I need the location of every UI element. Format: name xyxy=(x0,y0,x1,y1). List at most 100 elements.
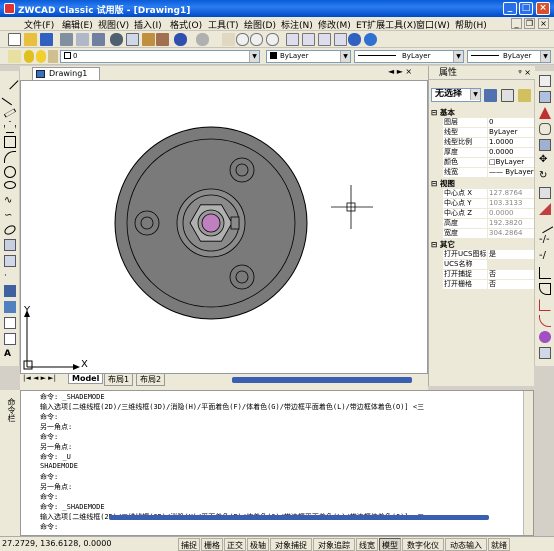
fillet-icon[interactable] xyxy=(539,315,551,327)
maximize-button[interactable]: □ xyxy=(519,2,533,15)
copy-object-icon[interactable] xyxy=(539,91,551,103)
menu-help[interactable]: 帮助(H) xyxy=(455,18,487,31)
prop-row[interactable]: 线型 ByLayer xyxy=(431,128,534,137)
osnap-toggle[interactable]: 对象捕捉 xyxy=(270,538,312,551)
tool-palette-icon[interactable] xyxy=(318,33,331,46)
drawing-canvas[interactable]: Y X xyxy=(20,80,428,374)
prop-row[interactable]: 打开栅格否 xyxy=(431,280,534,289)
menu-tools[interactable]: 工具(T) xyxy=(208,18,239,31)
new-file-icon[interactable] xyxy=(8,33,21,46)
print-preview-icon[interactable] xyxy=(76,33,89,46)
find-icon[interactable] xyxy=(348,33,361,46)
zoom-window-icon[interactable] xyxy=(250,33,263,46)
layer-select[interactable]: 0 ▼ xyxy=(60,50,260,63)
help-icon[interactable] xyxy=(364,33,377,46)
prop-row[interactable]: UCS名称 xyxy=(431,260,534,269)
array-icon[interactable] xyxy=(539,139,551,151)
plot-icon[interactable] xyxy=(92,33,105,46)
prop-row[interactable]: 颜色 □ByLayer xyxy=(431,158,534,167)
tablet-toggle[interactable]: 数字化仪 xyxy=(402,538,444,551)
join-icon[interactable] xyxy=(539,283,551,295)
ellipse-arc-icon[interactable] xyxy=(2,223,18,237)
menu-dimension[interactable]: 标注(N) xyxy=(281,18,313,31)
mirror-icon[interactable] xyxy=(539,107,551,119)
command-vertical-scrollbar[interactable] xyxy=(523,391,533,535)
menu-et-tools[interactable]: ET扩展工具(X) xyxy=(356,18,416,31)
stretch-icon[interactable] xyxy=(539,203,551,215)
chamfer-icon[interactable] xyxy=(539,299,551,311)
bolt-hole-top-inner[interactable] xyxy=(235,163,249,177)
copy-icon[interactable] xyxy=(126,33,139,46)
region-icon[interactable] xyxy=(4,301,16,313)
mdi-minimize-button[interactable]: _ xyxy=(511,18,522,29)
selection-select[interactable]: 无选择 ▼ xyxy=(431,88,481,102)
offset-icon[interactable] xyxy=(539,123,551,135)
point-icon[interactable]: · xyxy=(4,271,16,283)
prop-row[interactable]: 线型比例 1.0000 xyxy=(431,138,534,147)
menu-insert[interactable]: 插入(I) xyxy=(134,18,162,31)
layer-lock-icon[interactable] xyxy=(48,50,58,63)
ortho-toggle[interactable]: 正交 xyxy=(224,538,246,551)
menu-file[interactable]: 文件(F) xyxy=(24,18,54,31)
cut-icon[interactable] xyxy=(110,33,123,46)
menu-view[interactable]: 视图(V) xyxy=(98,18,129,31)
zoom-realtime-icon[interactable] xyxy=(236,33,249,46)
otrack-toggle[interactable]: 对象追踪 xyxy=(313,538,355,551)
keyway-notch[interactable] xyxy=(230,216,240,230)
ellipse-icon[interactable] xyxy=(4,181,16,189)
prop-row[interactable]: 厚度 0.0000 xyxy=(431,148,534,157)
prop-row[interactable]: 图层 0 xyxy=(431,118,534,127)
drawing-nav-arrows[interactable]: ◄ ► × xyxy=(388,67,412,76)
command-scrollbar-thumb[interactable] xyxy=(109,515,489,520)
scale-icon[interactable] xyxy=(539,187,551,199)
bore-circle[interactable] xyxy=(201,213,221,233)
properties-header-controls[interactable]: ᵠ × xyxy=(518,66,531,80)
tab-layout2[interactable]: 布局2 xyxy=(136,374,166,386)
extend-icon[interactable]: -/ xyxy=(539,251,551,263)
line-icon[interactable] xyxy=(1,72,19,90)
open-file-icon[interactable] xyxy=(24,33,37,46)
revision-cloud-icon[interactable]: ∿ xyxy=(4,196,16,208)
undo-icon[interactable] xyxy=(174,33,187,46)
snap-toggle[interactable]: 捕捉 xyxy=(178,538,200,551)
prop-row[interactable]: 打开捕捉否 xyxy=(431,270,534,279)
horizontal-scrollbar-thumb[interactable] xyxy=(232,377,412,383)
command-prompt[interactable]: 命令: xyxy=(40,522,58,532)
ray-icon[interactable] xyxy=(1,88,19,106)
prop-row[interactable]: 打开UCS图标是 xyxy=(431,250,534,259)
section-other[interactable]: ⊟ 其它 xyxy=(431,240,534,249)
pan-hand-icon[interactable] xyxy=(222,33,235,46)
circle-icon[interactable] xyxy=(4,166,16,178)
layout-nav-arrows[interactable]: |◄ ◄ ► ►| xyxy=(23,374,56,382)
prop-row[interactable]: 中心点 X 127.8764 xyxy=(431,189,534,198)
multiline-text-icon[interactable]: A xyxy=(4,349,16,361)
tab-layout1[interactable]: 布局1 xyxy=(104,374,134,386)
layer-freeze-icon[interactable] xyxy=(36,50,46,63)
prop-row[interactable]: 高度 192.3820 xyxy=(431,219,534,228)
menu-modify[interactable]: 修改(M) xyxy=(318,18,351,31)
bolt-hole-left-inner[interactable] xyxy=(140,216,154,230)
command-window[interactable]: 命令: _SHADEMODE 输入选项[二维线框(2D)/三维线框(3D)/消隐… xyxy=(20,390,534,536)
section-basic[interactable]: ⊟ 基本 xyxy=(431,108,534,117)
prop-row[interactable]: 宽度 304.2864 xyxy=(431,229,534,238)
model-toggle[interactable]: 模型 xyxy=(379,538,401,551)
lengthen-icon[interactable] xyxy=(536,216,554,234)
menu-window[interactable]: 窗口(W) xyxy=(416,18,450,31)
polyline-icon[interactable] xyxy=(3,108,17,118)
spline-icon[interactable]: ∽ xyxy=(4,211,16,223)
grid-toggle[interactable]: 栅格 xyxy=(201,538,223,551)
insert-block-icon[interactable] xyxy=(4,239,16,251)
layer-manager-icon[interactable] xyxy=(8,50,21,63)
print-icon[interactable] xyxy=(60,33,73,46)
mdi-close-button[interactable]: × xyxy=(538,18,549,29)
polygon-icon[interactable] xyxy=(4,121,16,133)
bolt-hole-bottom-inner[interactable] xyxy=(235,270,249,284)
menu-format[interactable]: 格式(O) xyxy=(170,18,202,31)
properties-icon[interactable] xyxy=(286,33,299,46)
arc-icon[interactable] xyxy=(4,151,16,163)
mdi-restore-button[interactable]: ❐ xyxy=(524,18,535,29)
minimize-button[interactable]: _ xyxy=(503,2,517,15)
zoom-previous-icon[interactable] xyxy=(266,33,279,46)
drawing-tab[interactable]: Drawing1 xyxy=(32,67,100,80)
menu-edit[interactable]: 编辑(E) xyxy=(62,18,93,31)
